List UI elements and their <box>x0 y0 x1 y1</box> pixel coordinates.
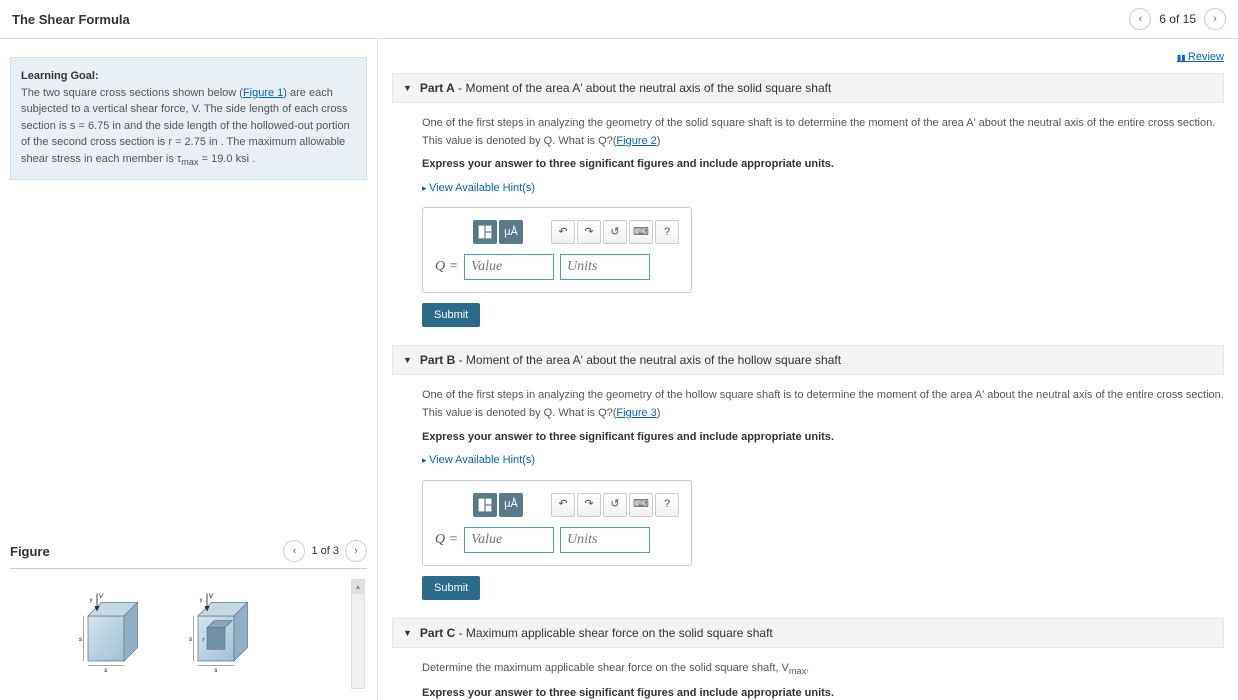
figure-progress: 1 of 3 <box>311 545 339 557</box>
part-a-instruct: Express your answer to three significant… <box>422 156 1224 174</box>
learning-goal-label: Learning Goal: <box>21 70 99 82</box>
page-title: The Shear Formula <box>12 12 130 27</box>
part-b-value-input[interactable] <box>464 527 554 553</box>
help-icon[interactable]: ? <box>655 493 679 517</box>
part-a-label: Part A <box>420 81 455 95</box>
svg-text:s: s <box>189 636 193 643</box>
hollow-cube-figure: s s r V y <box>180 589 270 679</box>
collapse-icon: ▼ <box>403 355 412 365</box>
templates-icon[interactable] <box>473 493 497 517</box>
part-a-header[interactable]: ▼ Part A - Moment of the area A′ about t… <box>392 73 1224 103</box>
reset-icon[interactable]: ↺ <box>603 220 627 244</box>
review-link[interactable]: Review <box>1177 51 1224 63</box>
part-b-submit-button[interactable]: Submit <box>422 576 480 600</box>
mu-a-icon[interactable]: μÅ <box>499 220 523 244</box>
mu-a-icon[interactable]: μÅ <box>499 493 523 517</box>
figure-title: Figure <box>10 544 50 559</box>
figure-3-link[interactable]: Figure 3 <box>616 407 656 419</box>
learning-text-1: The two square cross sections shown belo… <box>21 87 243 99</box>
part-a-title: - Moment of the area A′ about the neutra… <box>455 81 831 95</box>
part-b-var: Q = <box>435 529 458 551</box>
undo-icon[interactable]: ↶ <box>551 220 575 244</box>
part-a-desc: One of the first steps in analyzing the … <box>422 117 1215 147</box>
figure-image-area: s s V y <box>10 579 367 689</box>
part-b-desc: One of the first steps in analyzing the … <box>422 389 1224 419</box>
svg-text:r: r <box>203 637 205 643</box>
part-b: ▼ Part B - Moment of the area A′ about t… <box>392 345 1224 599</box>
reset-icon[interactable]: ↺ <box>603 493 627 517</box>
figure-1-link[interactable]: Figure 1 <box>243 87 283 99</box>
svg-text:y: y <box>90 598 93 604</box>
content-area: Review ▼ Part A - Moment of the area A′ … <box>378 39 1238 699</box>
figure-panel: Figure ‹ 1 of 3 › s <box>0 534 377 699</box>
figure-2-link[interactable]: Figure 2 <box>616 135 656 147</box>
figure-scrollbar[interactable]: ▴ <box>351 579 365 689</box>
part-b-header[interactable]: ▼ Part B - Moment of the area A′ about t… <box>392 345 1224 375</box>
part-b-instruct: Express your answer to three significant… <box>422 429 1224 447</box>
svg-text:y: y <box>200 598 203 604</box>
part-c-label: Part C <box>420 626 455 640</box>
redo-icon[interactable]: ↷ <box>577 493 601 517</box>
part-b-hints[interactable]: View Available Hint(s) <box>422 452 1224 470</box>
undo-icon[interactable]: ↶ <box>551 493 575 517</box>
svg-text:s: s <box>79 636 83 643</box>
figure-prev-button[interactable]: ‹ <box>283 540 305 562</box>
collapse-icon: ▼ <box>403 628 412 638</box>
svg-text:s: s <box>104 667 108 674</box>
svg-text:s: s <box>214 667 218 674</box>
progress-label: 6 of 15 <box>1159 12 1196 26</box>
collapse-icon: ▼ <box>403 83 412 93</box>
solid-cube-figure: s s V y <box>70 589 160 679</box>
part-a-value-input[interactable] <box>464 254 554 280</box>
part-c-header[interactable]: ▼ Part C - Maximum applicable shear forc… <box>392 618 1224 648</box>
help-icon[interactable]: ? <box>655 220 679 244</box>
part-a-hints[interactable]: View Available Hint(s) <box>422 180 1224 198</box>
next-button[interactable]: › <box>1204 8 1226 30</box>
svg-text:V: V <box>99 593 104 600</box>
part-b-title: - Moment of the area A′ about the neutra… <box>455 353 841 367</box>
part-a-answer-box: μÅ ↶ ↷ ↺ ⌨ ? Q = <box>422 207 692 293</box>
part-c-title: - Maximum applicable shear force on the … <box>455 626 773 640</box>
part-c: ▼ Part C - Maximum applicable shear forc… <box>392 618 1224 699</box>
part-a-var: Q = <box>435 256 458 278</box>
part-c-desc: Determine the maximum applicable shear f… <box>422 662 789 674</box>
learning-goal-box: Learning Goal: The two square cross sect… <box>10 57 367 180</box>
part-b-units-input[interactable] <box>560 527 650 553</box>
part-a-submit-button[interactable]: Submit <box>422 303 480 327</box>
prev-button[interactable]: ‹ <box>1129 8 1151 30</box>
part-b-label: Part B <box>420 353 455 367</box>
learning-text-3: = 19.0 ksi . <box>199 153 256 165</box>
svg-text:V: V <box>209 593 214 600</box>
figure-next-button[interactable]: › <box>345 540 367 562</box>
tau-sub: max <box>181 157 198 167</box>
sidebar: Learning Goal: The two square cross sect… <box>0 39 378 699</box>
part-a: ▼ Part A - Moment of the area A′ about t… <box>392 73 1224 327</box>
redo-icon[interactable]: ↷ <box>577 220 601 244</box>
part-a-units-input[interactable] <box>560 254 650 280</box>
page-nav: ‹ 6 of 15 › <box>1129 8 1226 30</box>
scroll-up-icon[interactable]: ▴ <box>352 580 364 594</box>
templates-icon[interactable] <box>473 220 497 244</box>
part-b-answer-box: μÅ ↶ ↷ ↺ ⌨ ? Q = <box>422 480 692 566</box>
part-c-instruct: Express your answer to three significant… <box>422 685 1224 699</box>
keyboard-icon[interactable]: ⌨ <box>629 493 653 517</box>
page-header: The Shear Formula ‹ 6 of 15 › <box>0 0 1238 39</box>
keyboard-icon[interactable]: ⌨ <box>629 220 653 244</box>
